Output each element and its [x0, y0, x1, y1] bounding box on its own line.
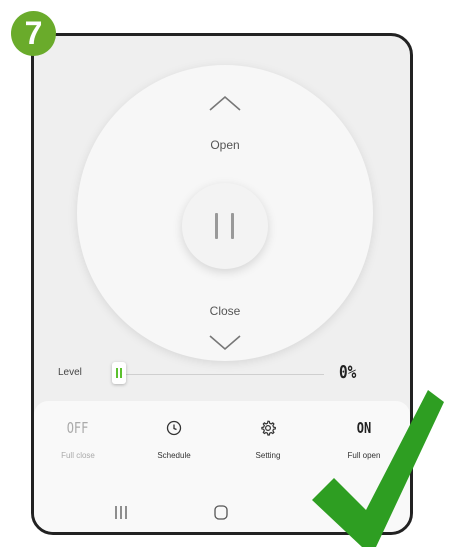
pause-icon — [215, 213, 218, 239]
grip-line — [116, 368, 118, 378]
checkmark-icon — [312, 390, 444, 547]
pause-button[interactable] — [182, 183, 268, 269]
clock-icon — [166, 420, 182, 436]
screenshot-stage: 7 Open Close Level 0% OFF Full close Sch… — [0, 0, 451, 547]
level-value: 0% — [339, 362, 357, 383]
recent-apps-icon[interactable] — [112, 503, 130, 523]
setting-label: Setting — [255, 451, 281, 460]
schedule-label: Schedule — [157, 451, 191, 460]
chevron-up-icon[interactable] — [208, 93, 242, 113]
pause-icon — [231, 213, 234, 239]
schedule-button[interactable]: Schedule — [134, 415, 214, 473]
home-icon[interactable] — [212, 503, 230, 523]
chevron-down-icon[interactable] — [208, 333, 242, 353]
gear-icon — [261, 420, 276, 436]
full-close-label: Full close — [61, 451, 95, 460]
level-slider-thumb[interactable] — [112, 362, 126, 384]
step-number-badge: 7 — [11, 11, 56, 56]
control-dial: Open Close — [77, 65, 373, 361]
open-label[interactable]: Open — [77, 138, 373, 152]
close-label[interactable]: Close — [77, 304, 373, 318]
off-text: OFF — [67, 419, 89, 437]
setting-button[interactable]: Setting — [228, 415, 308, 473]
level-slider-track[interactable] — [122, 374, 324, 375]
grip-line — [120, 368, 122, 378]
level-slider-row: Level 0% — [34, 359, 410, 389]
full-close-button[interactable]: OFF Full close — [38, 415, 118, 473]
level-label: Level — [58, 367, 82, 378]
